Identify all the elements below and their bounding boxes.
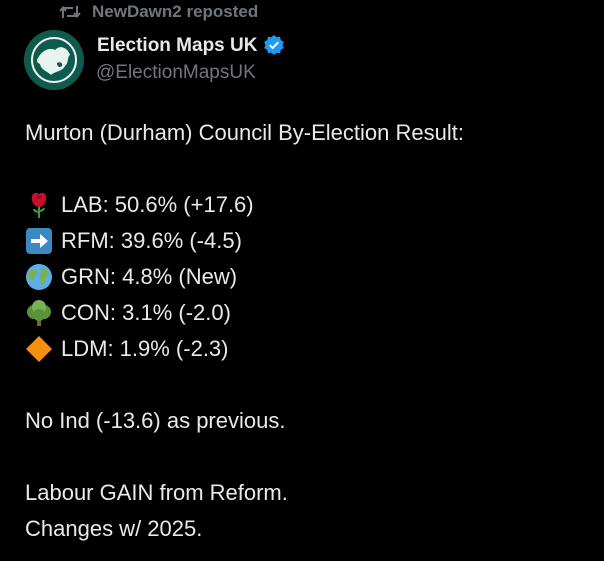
globe-icon: [26, 264, 52, 290]
avatar[interactable]: [24, 30, 84, 90]
result-line-grn: GRN: 4.8% (New): [25, 259, 585, 295]
tree-icon: [27, 300, 51, 326]
result-line-lab: LAB: 50.6% (+17.6): [25, 187, 585, 223]
result-text-ldm: LDM: 1.9% (-2.3): [61, 336, 229, 361]
author-name-row[interactable]: Election Maps UK: [97, 32, 287, 60]
result-line-con: CON: 3.1% (-2.0): [25, 295, 585, 331]
result-text-rfm: RFM: 39.6% (-4.5): [61, 228, 242, 253]
author-handle[interactable]: @ElectionMapsUK: [96, 62, 256, 84]
result-line-ldm: LDM: 1.9% (-2.3): [25, 331, 585, 367]
repost-indicator[interactable]: NewDawn2 reposted: [58, 1, 258, 23]
tweet-heading: Murton (Durham) Council By-Election Resu…: [25, 120, 464, 145]
tweet-summary-line-1: Labour GAIN from Reform.: [25, 480, 288, 505]
result-text-con: CON: 3.1% (-2.0): [61, 300, 231, 325]
author-display-name[interactable]: Election Maps UK: [97, 35, 257, 57]
tweet-text: Murton (Durham) Council By-Election Resu…: [25, 115, 585, 547]
orange-diamond-icon: [26, 336, 52, 362]
globe-map-icon: [24, 30, 84, 90]
verified-badge-icon[interactable]: [263, 34, 287, 58]
repost-text: NewDawn2 reposted: [92, 2, 259, 21]
repost-icon: [58, 1, 82, 23]
result-line-rfm: RFM: 39.6% (-4.5): [25, 223, 585, 259]
right-arrow-icon: [26, 228, 52, 254]
result-text-grn: GRN: 4.8% (New): [61, 264, 238, 289]
tweet-note: No Ind (-13.6) as previous.: [25, 408, 286, 433]
result-text-lab: LAB: 50.6% (+17.6): [61, 192, 254, 217]
rose-icon: [31, 193, 47, 218]
tweet-summary-line-2: Changes w/ 2025.: [25, 516, 203, 541]
